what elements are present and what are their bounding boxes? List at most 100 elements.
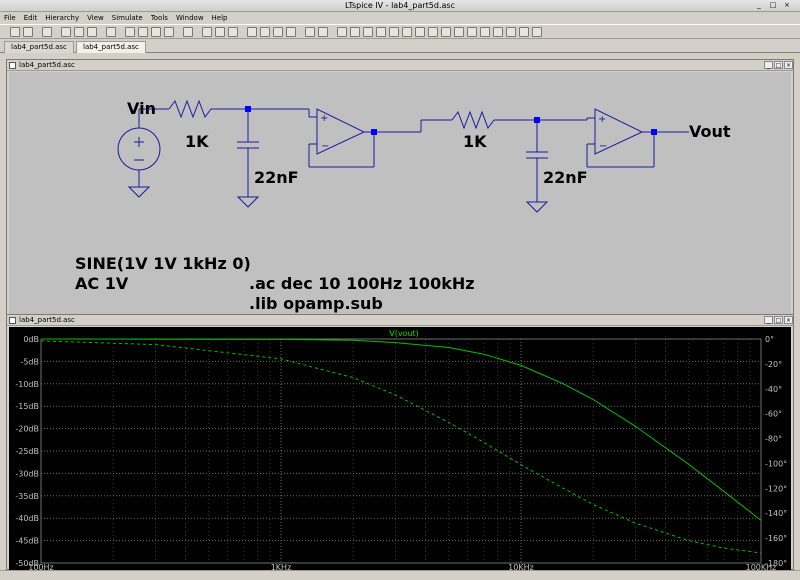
- capacitor-icon[interactable]: [389, 27, 399, 37]
- schematic-minimize-icon[interactable]: _: [764, 61, 773, 69]
- schematic-maximize-icon[interactable]: □: [774, 61, 783, 69]
- paste-icon[interactable]: [273, 27, 283, 37]
- label-r2: 1K: [463, 132, 487, 151]
- ground-icon[interactable]: [350, 27, 360, 37]
- schematic-close-icon[interactable]: ×: [784, 61, 793, 69]
- print-icon[interactable]: [305, 27, 315, 37]
- trace-vout-magnitude: [40, 338, 762, 521]
- zoom-full-icon[interactable]: [151, 27, 161, 37]
- plot-minimize-icon[interactable]: _: [764, 316, 773, 324]
- drag-icon[interactable]: [506, 27, 516, 37]
- source-sine-text[interactable]: SINE(1V 1V 1kHz 0): [75, 254, 251, 273]
- resistor-r2[interactable]: [451, 110, 495, 130]
- label-vin: Vin: [127, 99, 156, 118]
- redo-icon[interactable]: [480, 27, 490, 37]
- zoom-cancel-icon[interactable]: [164, 27, 174, 37]
- label-vout: Vout: [689, 122, 731, 141]
- draw-wire-icon[interactable]: [337, 27, 347, 37]
- ground-icon[interactable]: [525, 201, 549, 213]
- y-left-tick-label: -5dB: [20, 357, 39, 366]
- waveform-plot[interactable]: 100Hz 1KHz 10KHz 100KHz 0dB -5dB -10dB -15dB -20…: [9, 327, 791, 572]
- y-left-tick-label: -35dB: [15, 492, 39, 501]
- copy-icon[interactable]: [260, 27, 270, 37]
- tab-lab4-part5d-1[interactable]: lab4_part5d.asc: [4, 41, 74, 53]
- y-right-tick-label: -60°: [765, 410, 782, 419]
- minimize-icon[interactable]: _: [754, 1, 764, 10]
- halt-icon[interactable]: [87, 27, 97, 37]
- label-c2: 22nF: [543, 168, 588, 187]
- y-right-tick-label: 0°: [765, 335, 774, 344]
- undo-icon[interactable]: [467, 27, 477, 37]
- y-left-tick-label: -45dB: [15, 537, 39, 546]
- ac-directive-text[interactable]: .ac dec 10 100Hz 100kHz: [249, 274, 475, 293]
- label-c1: 22nF: [254, 168, 299, 187]
- run-icon[interactable]: [74, 27, 84, 37]
- component-icon[interactable]: [428, 27, 438, 37]
- y-right-tick-label: -180°: [765, 559, 787, 568]
- cut-icon[interactable]: [247, 27, 257, 37]
- waveform-icon[interactable]: [183, 27, 193, 37]
- plot-window: lab4_part5d.asc _ □ × 100Hz 1KHz 10KHz 100K…: [6, 314, 794, 572]
- schematic-window: lab4_part5d.asc _ □ × + − + − Vin 1K 22n…: [6, 59, 794, 316]
- source-ac-text[interactable]: AC 1V: [75, 274, 129, 293]
- schematic-canvas[interactable]: + − + − Vin 1K 22nF 1K 22nF Vout SINE(1V…: [9, 72, 791, 314]
- y-left-tick-label: -10dB: [15, 380, 39, 389]
- label-r1: 1K: [185, 132, 209, 151]
- move-icon[interactable]: [493, 27, 503, 37]
- print-setup-icon[interactable]: [318, 27, 328, 37]
- control-panel-icon[interactable]: [61, 27, 71, 37]
- tab-lab4-part5d-2[interactable]: lab4_part5d.asc: [76, 41, 146, 53]
- label-net-icon[interactable]: [363, 27, 373, 37]
- rotate-icon[interactable]: [441, 27, 451, 37]
- menu-window[interactable]: Window: [176, 12, 204, 24]
- y-left-tick-label: -15dB: [15, 402, 39, 411]
- menu-file[interactable]: File: [4, 12, 16, 24]
- menu-hierarchy[interactable]: Hierarchy: [45, 12, 79, 24]
- maximize-icon[interactable]: □: [768, 1, 778, 10]
- close-icon[interactable]: ×: [782, 1, 792, 10]
- y-left-tick-label: -40dB: [15, 514, 39, 523]
- open-icon[interactable]: [23, 27, 33, 37]
- svg-text:−: −: [321, 141, 329, 152]
- plot-maximize-icon[interactable]: □: [774, 316, 783, 324]
- lib-directive-text[interactable]: .lib opamp.sub: [249, 294, 383, 313]
- save-icon[interactable]: [42, 27, 52, 37]
- menu-edit[interactable]: Edit: [24, 12, 38, 24]
- cascade-icon[interactable]: [228, 27, 238, 37]
- toolbar: [0, 24, 800, 39]
- tile-horizontal-icon[interactable]: [202, 27, 212, 37]
- window-title-bar: LTspice IV - lab4_part5d.asc _ □ ×: [0, 0, 800, 12]
- y-right-tick-label: -100°: [765, 459, 787, 468]
- svg-text:+: +: [598, 114, 606, 125]
- trace-label: V(vout): [389, 329, 419, 338]
- window-title: LTspice IV - lab4_part5d.asc: [345, 1, 455, 10]
- menu-tools[interactable]: Tools: [151, 12, 168, 24]
- voltage-source-icon[interactable]: [117, 127, 161, 171]
- resistor-r1[interactable]: [168, 99, 212, 119]
- tile-vertical-icon[interactable]: [215, 27, 225, 37]
- status-bar: [0, 570, 800, 580]
- menu-help[interactable]: Help: [212, 12, 228, 24]
- y-left-tick-label: 0dB: [23, 335, 39, 344]
- ground-icon[interactable]: [236, 196, 260, 208]
- trace-vout-phase: [40, 340, 762, 554]
- menu-view[interactable]: View: [87, 12, 104, 24]
- plot-window-caption: lab4_part5d.asc _ □ ×: [7, 315, 793, 326]
- diode-icon[interactable]: [415, 27, 425, 37]
- spice-directive-icon[interactable]: [532, 27, 542, 37]
- pan-icon[interactable]: [106, 27, 116, 37]
- zoom-in-icon[interactable]: [125, 27, 135, 37]
- find-icon[interactable]: [286, 27, 296, 37]
- zoom-out-icon[interactable]: [138, 27, 148, 37]
- y-left-tick-label: -50dB: [15, 559, 39, 568]
- menu-simulate[interactable]: Simulate: [112, 12, 143, 24]
- text-icon[interactable]: [519, 27, 529, 37]
- mirror-icon[interactable]: [454, 27, 464, 37]
- y-left-tick-label: -30dB: [15, 469, 39, 478]
- y-left-tick-label: -20dB: [15, 425, 39, 434]
- inductor-icon[interactable]: [402, 27, 412, 37]
- ground-icon[interactable]: [127, 186, 151, 198]
- resistor-icon[interactable]: [376, 27, 386, 37]
- new-schematic-icon[interactable]: [10, 27, 20, 37]
- plot-close-icon[interactable]: ×: [784, 316, 793, 324]
